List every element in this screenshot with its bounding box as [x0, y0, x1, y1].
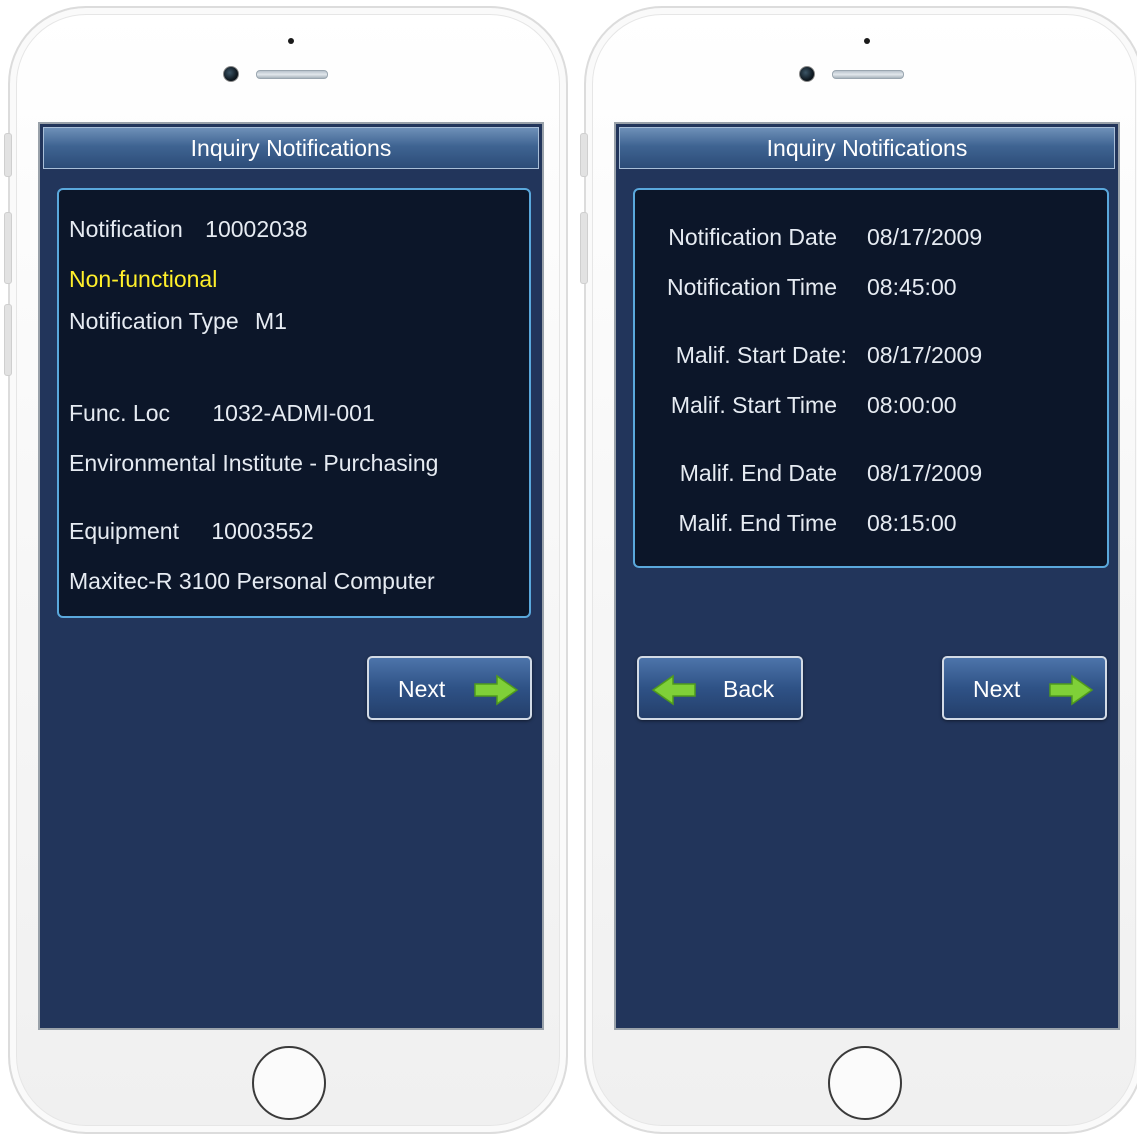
malif-end-time-label: Malif. End Time: [678, 510, 838, 536]
home-button: [828, 1046, 902, 1120]
malif-start-date-label: Malif. Start Date:: [675, 342, 847, 368]
notification-number: 10002038: [205, 216, 308, 242]
earpiece-speaker: [832, 70, 904, 79]
volume-up-button: [580, 212, 588, 284]
notification-date-label: Notification Date: [668, 224, 837, 250]
front-camera-icon: [799, 66, 815, 82]
notification-time-label: Notification Time: [666, 274, 837, 300]
next-button-label: Next: [398, 676, 446, 702]
earpiece-speaker: [256, 70, 328, 79]
notification-type-label: Notification Type: [69, 308, 239, 334]
phone-right: Inquiry Notifications Notification Date …: [580, 6, 1137, 1134]
func-loc-row: Func. Loc 1032-ADMI-001: [69, 400, 375, 427]
next-button[interactable]: Next: [942, 656, 1107, 720]
malif-start-time-value: 08:00:00: [867, 392, 957, 418]
status-text: Non-functional: [69, 266, 218, 292]
equipment-description: Maxitec-R 3100 Personal Computer: [69, 568, 435, 594]
notification-label: Notification: [69, 216, 183, 242]
mute-switch: [4, 133, 12, 177]
notification-times-card: Notification Date 08/17/2009 Notificatio…: [633, 188, 1109, 568]
sensor-dot: [864, 38, 870, 44]
notification-row: Notification 10002038: [69, 216, 308, 243]
malif-end-time-value: 08:15:00: [867, 510, 957, 536]
next-button-label: Next: [973, 676, 1021, 702]
malif-end-date-value: 08/17/2009: [867, 460, 983, 486]
next-button[interactable]: Next: [367, 656, 532, 720]
back-button[interactable]: Back: [637, 656, 803, 720]
volume-down-button: [4, 304, 12, 376]
page-title: Inquiry Notifications: [43, 127, 539, 169]
front-camera-icon: [223, 66, 239, 82]
mute-switch: [580, 133, 588, 177]
func-loc-description: Environmental Institute - Purchasing: [69, 450, 439, 476]
home-button: [252, 1046, 326, 1120]
arrow-right-icon: [474, 674, 519, 706]
notification-date-value: 08/17/2009: [867, 224, 983, 250]
malif-start-time-label: Malif. Start Time: [670, 392, 837, 418]
phone-left: Inquiry Notifications Notification 10002…: [4, 6, 568, 1134]
equipment-value: 10003552: [211, 518, 314, 544]
volume-up-button: [4, 212, 12, 284]
func-loc-label: Func. Loc: [69, 400, 170, 426]
page-title: Inquiry Notifications: [619, 127, 1115, 169]
notification-detail-card: Notification 10002038 Non-functional Not…: [57, 188, 531, 618]
malif-end-date-label: Malif. End Date: [679, 460, 837, 486]
screen: Inquiry Notifications Notification 10002…: [38, 122, 544, 1030]
func-loc-value: 1032-ADMI-001: [212, 400, 375, 426]
arrow-left-icon: [651, 674, 696, 706]
notification-type-value: M1: [255, 308, 287, 334]
back-button-label: Back: [723, 676, 775, 702]
equipment-row: Equipment 10003552: [69, 518, 314, 545]
malif-start-date-value: 08/17/2009: [867, 342, 983, 368]
sensor-dot: [288, 38, 294, 44]
arrow-right-icon: [1049, 674, 1094, 706]
notification-time-value: 08:45:00: [867, 274, 957, 300]
equipment-label: Equipment: [69, 518, 179, 544]
notification-type-row: Notification Type M1: [69, 308, 287, 335]
screen: Inquiry Notifications Notification Date …: [614, 122, 1120, 1030]
